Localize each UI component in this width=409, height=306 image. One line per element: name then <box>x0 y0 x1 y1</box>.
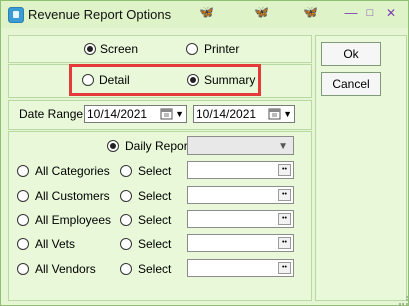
screen-label[interactable]: Screen <box>100 42 138 56</box>
all-employees-label[interactable]: All Employees <box>35 213 111 227</box>
select-vendors-label[interactable]: Select <box>138 262 171 276</box>
categories-input[interactable]: •• <box>187 161 294 179</box>
calendar-icon[interactable] <box>160 107 174 121</box>
select-categories-radio[interactable] <box>120 165 132 177</box>
select-categories-label[interactable]: Select <box>138 164 171 178</box>
title-bar[interactable]: Revenue Report Options 🦋 🦋 🦋 — □ ✕ <box>1 1 408 28</box>
date-range-panel: Date Range 10/14/2021 ▼ 10/14/2021 ▼ <box>8 100 312 130</box>
screen-radio[interactable] <box>84 43 96 55</box>
butterfly-icon: 🦋 <box>199 5 214 19</box>
butterfly-icon: 🦋 <box>254 5 269 19</box>
all-customers-radio[interactable] <box>17 190 29 202</box>
all-vets-label[interactable]: All Vets <box>35 237 75 251</box>
output-panel: Screen Printer <box>8 35 312 63</box>
all-employees-radio[interactable] <box>17 214 29 226</box>
employees-input[interactable]: •• <box>187 210 294 228</box>
resize-grip[interactable] <box>399 296 408 305</box>
start-date-value: 10/14/2021 <box>87 107 148 121</box>
ellipsis-icon[interactable]: •• <box>278 164 291 176</box>
daily-report-radio[interactable] <box>107 140 119 152</box>
all-vendors-radio[interactable] <box>17 263 29 275</box>
chevron-down-icon[interactable]: ▼ <box>278 141 288 152</box>
select-vets-label[interactable]: Select <box>138 237 171 251</box>
start-date-input[interactable]: 10/14/2021 ▼ <box>84 105 187 123</box>
all-vendors-label[interactable]: All Vendors <box>35 262 96 276</box>
ok-button[interactable]: Ok <box>321 42 381 66</box>
select-vets-radio[interactable] <box>120 238 132 250</box>
customers-input[interactable]: •• <box>187 186 294 204</box>
daily-report-label[interactable]: Daily Report <box>125 139 191 153</box>
app-icon <box>8 7 24 23</box>
cancel-button[interactable]: Cancel <box>321 72 381 96</box>
butterfly-icon: 🦋 <box>303 5 318 19</box>
all-categories-label[interactable]: All Categories <box>35 164 110 178</box>
window-title: Revenue Report Options <box>28 7 172 22</box>
printer-radio[interactable] <box>186 43 198 55</box>
minimize-button[interactable]: — <box>343 5 359 21</box>
vets-input[interactable]: •• <box>187 234 294 252</box>
end-date-input[interactable]: 10/14/2021 ▼ <box>193 105 295 123</box>
select-customers-radio[interactable] <box>120 190 132 202</box>
report-options-window: Revenue Report Options 🦋 🦋 🦋 — □ ✕ Scree… <box>0 0 409 306</box>
daily-report-dropdown[interactable]: ▼ <box>187 136 294 155</box>
end-date-value: 10/14/2021 <box>196 107 257 121</box>
all-vets-radio[interactable] <box>17 238 29 250</box>
ellipsis-icon[interactable]: •• <box>278 213 291 225</box>
chevron-down-icon[interactable]: ▼ <box>175 110 184 119</box>
select-vendors-radio[interactable] <box>120 263 132 275</box>
select-employees-radio[interactable] <box>120 214 132 226</box>
ellipsis-icon[interactable]: •• <box>278 237 291 249</box>
calendar-icon[interactable] <box>268 107 282 121</box>
printer-label[interactable]: Printer <box>204 42 239 56</box>
ellipsis-icon[interactable]: •• <box>278 262 291 274</box>
maximize-button[interactable]: □ <box>362 5 378 21</box>
vendors-input[interactable]: •• <box>187 259 294 277</box>
all-categories-radio[interactable] <box>17 165 29 177</box>
highlight-box <box>69 64 261 96</box>
chevron-down-icon[interactable]: ▼ <box>283 110 292 119</box>
date-range-label: Date Range <box>19 107 84 121</box>
ellipsis-icon[interactable]: •• <box>278 189 291 201</box>
select-employees-label[interactable]: Select <box>138 213 171 227</box>
select-customers-label[interactable]: Select <box>138 189 171 203</box>
all-customers-label[interactable]: All Customers <box>35 189 110 203</box>
close-button[interactable]: ✕ <box>383 5 399 21</box>
